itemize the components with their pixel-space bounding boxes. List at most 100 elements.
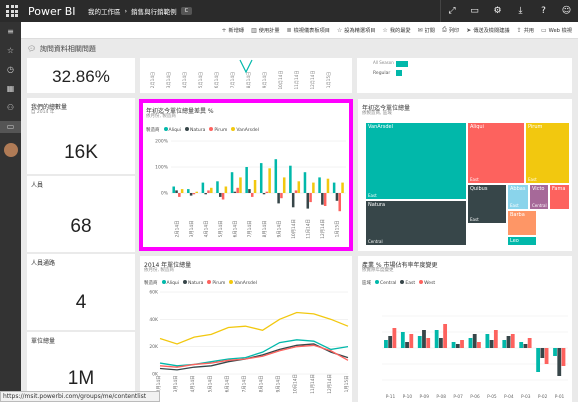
tile-ytd-variance[interactable]: 年初迄今單位總量差異 % 依月份, 製造商 製造商 Aliqui Natura Pir…: [139, 99, 353, 251]
menu-icon[interactable]: ≡: [0, 26, 21, 38]
bar[interactable]: [544, 348, 549, 364]
treemap-cell[interactable]: Quibus East: [467, 184, 507, 224]
series-line[interactable]: [159, 311, 349, 345]
treemap-cell[interactable]: Victo Central: [529, 184, 549, 210]
bar[interactable]: [210, 187, 213, 193]
bar[interactable]: [219, 193, 222, 197]
bar[interactable]: [259, 163, 263, 193]
treemap-cell[interactable]: Leo: [507, 236, 537, 246]
avatar[interactable]: [3, 143, 18, 157]
bar[interactable]: [409, 334, 414, 348]
bar[interactable]: [472, 334, 477, 348]
tile-treemap[interactable]: 年初迄今單位總量 依製造商, 區域 VanArsdel East Aliqui Eas…: [358, 99, 572, 251]
bar[interactable]: [204, 193, 207, 195]
bar[interactable]: [460, 340, 464, 348]
action-star-3[interactable]: ☆ 設為精選項目: [337, 27, 376, 34]
bar[interactable]: [306, 193, 310, 209]
bar[interactable]: [510, 334, 515, 348]
bar[interactable]: [506, 336, 511, 348]
bar[interactable]: [561, 348, 566, 366]
qna-input[interactable]: 詢問資料相關問題: [40, 44, 96, 54]
bar[interactable]: [468, 338, 473, 348]
bar[interactable]: [326, 178, 330, 193]
action-mail-5[interactable]: ✉ 訂閱: [418, 27, 435, 34]
help-icon[interactable]: ?: [532, 0, 555, 22]
app-launcher-icon[interactable]: [0, 0, 24, 22]
bar[interactable]: [536, 348, 541, 372]
tile-total-units[interactable]: 我們的總數量 自 2014 年 16K: [27, 98, 135, 174]
bar[interactable]: [303, 172, 307, 193]
bar[interactable]: [207, 190, 210, 193]
bar[interactable]: [201, 182, 205, 193]
tile-top-right[interactable]: All Season Regular: [357, 58, 572, 93]
action-share-8[interactable]: ⇪ 共用: [517, 27, 534, 34]
bar[interactable]: [332, 182, 336, 193]
action-chart-1[interactable]: ▥ 使用計量: [251, 27, 279, 34]
bar[interactable]: [178, 193, 181, 197]
bar[interactable]: [280, 193, 283, 199]
bar[interactable]: [289, 165, 292, 193]
bar[interactable]: [553, 348, 557, 356]
bar[interactable]: [321, 193, 324, 205]
bar[interactable]: [493, 330, 498, 348]
bar[interactable]: [175, 190, 178, 193]
breadcrumb-workspace[interactable]: 我的工作區: [88, 6, 121, 16]
bar[interactable]: [172, 186, 175, 194]
bar[interactable]: [489, 340, 494, 348]
expand-icon[interactable]: ⤢: [440, 0, 463, 22]
bar[interactable]: [312, 182, 315, 193]
series-line[interactable]: [159, 339, 349, 367]
tile-yoy[interactable]: 產業 % 市場佔有率年度變更 依實際年度變更 區域 Central East West…: [358, 256, 572, 402]
download-icon[interactable]: ⤓: [509, 0, 532, 22]
apps-icon[interactable]: ▦: [0, 83, 21, 95]
bar[interactable]: [282, 177, 286, 193]
bar[interactable]: [180, 189, 184, 193]
bar[interactable]: [323, 193, 327, 206]
bar[interactable]: [224, 186, 228, 194]
action-star-4[interactable]: ☆ 我的最愛: [382, 27, 410, 34]
recent-clock-icon[interactable]: ◷: [0, 64, 21, 76]
tile-people[interactable]: 人員 68: [27, 176, 135, 252]
bar[interactable]: [438, 338, 443, 348]
bar[interactable]: [262, 193, 266, 195]
breadcrumb-report[interactable]: 銷售與行銷範例: [131, 6, 177, 16]
brand-title[interactable]: Power BI: [28, 5, 88, 18]
tile-top-mid[interactable]: 2月14日 3月14日 4月14日 5月14日 6月14日 7月14日 8月14日 9月14日…: [140, 58, 352, 93]
bar[interactable]: [236, 187, 239, 193]
bar[interactable]: [239, 177, 242, 193]
bar[interactable]: [502, 340, 507, 348]
bar[interactable]: [422, 330, 426, 348]
bar[interactable]: [400, 332, 405, 348]
shared-icon[interactable]: ⚇: [0, 102, 21, 114]
bar[interactable]: [221, 193, 225, 200]
bar[interactable]: [294, 190, 298, 193]
action-send-7[interactable]: ➤ 傳送及檢閱建議: [466, 27, 509, 34]
tile-line-2014[interactable]: 2014 年單位總量 依月份, 製造商 製造商 Aliqui Natura Pirum…: [140, 256, 352, 402]
bar[interactable]: [245, 167, 248, 193]
action-print-6[interactable]: ⎙ 列印: [442, 26, 459, 34]
action-list-2[interactable]: ≣ 檢視儀表板項目: [287, 27, 330, 34]
treemap-cell[interactable]: Aliqui East: [467, 122, 525, 184]
treemap-cell[interactable]: Fama: [549, 184, 570, 210]
bar[interactable]: [230, 172, 234, 193]
bar[interactable]: [187, 189, 190, 193]
bar[interactable]: [250, 193, 254, 197]
treemap-cell[interactable]: Barba: [507, 210, 537, 236]
bar[interactable]: [519, 342, 524, 348]
bar[interactable]: [335, 193, 339, 201]
bar[interactable]: [195, 191, 198, 193]
bar[interactable]: [417, 336, 422, 348]
bar[interactable]: [274, 159, 278, 193]
bar[interactable]: [405, 342, 409, 348]
bar[interactable]: [455, 344, 460, 348]
bar[interactable]: [291, 193, 295, 208]
treemap-cell[interactable]: Natura Central: [365, 200, 467, 246]
action-plus-0[interactable]: + 新增磚: [221, 27, 244, 34]
bar[interactable]: [477, 342, 481, 348]
bar[interactable]: [309, 193, 312, 203]
bar[interactable]: [265, 191, 269, 193]
action-web-9[interactable]: ▭ Web 檢視: [541, 27, 572, 34]
bar[interactable]: [338, 193, 342, 212]
qna-bar[interactable]: 💬︎ 詢問資料相關問題: [27, 42, 572, 55]
bar[interactable]: [557, 348, 562, 376]
